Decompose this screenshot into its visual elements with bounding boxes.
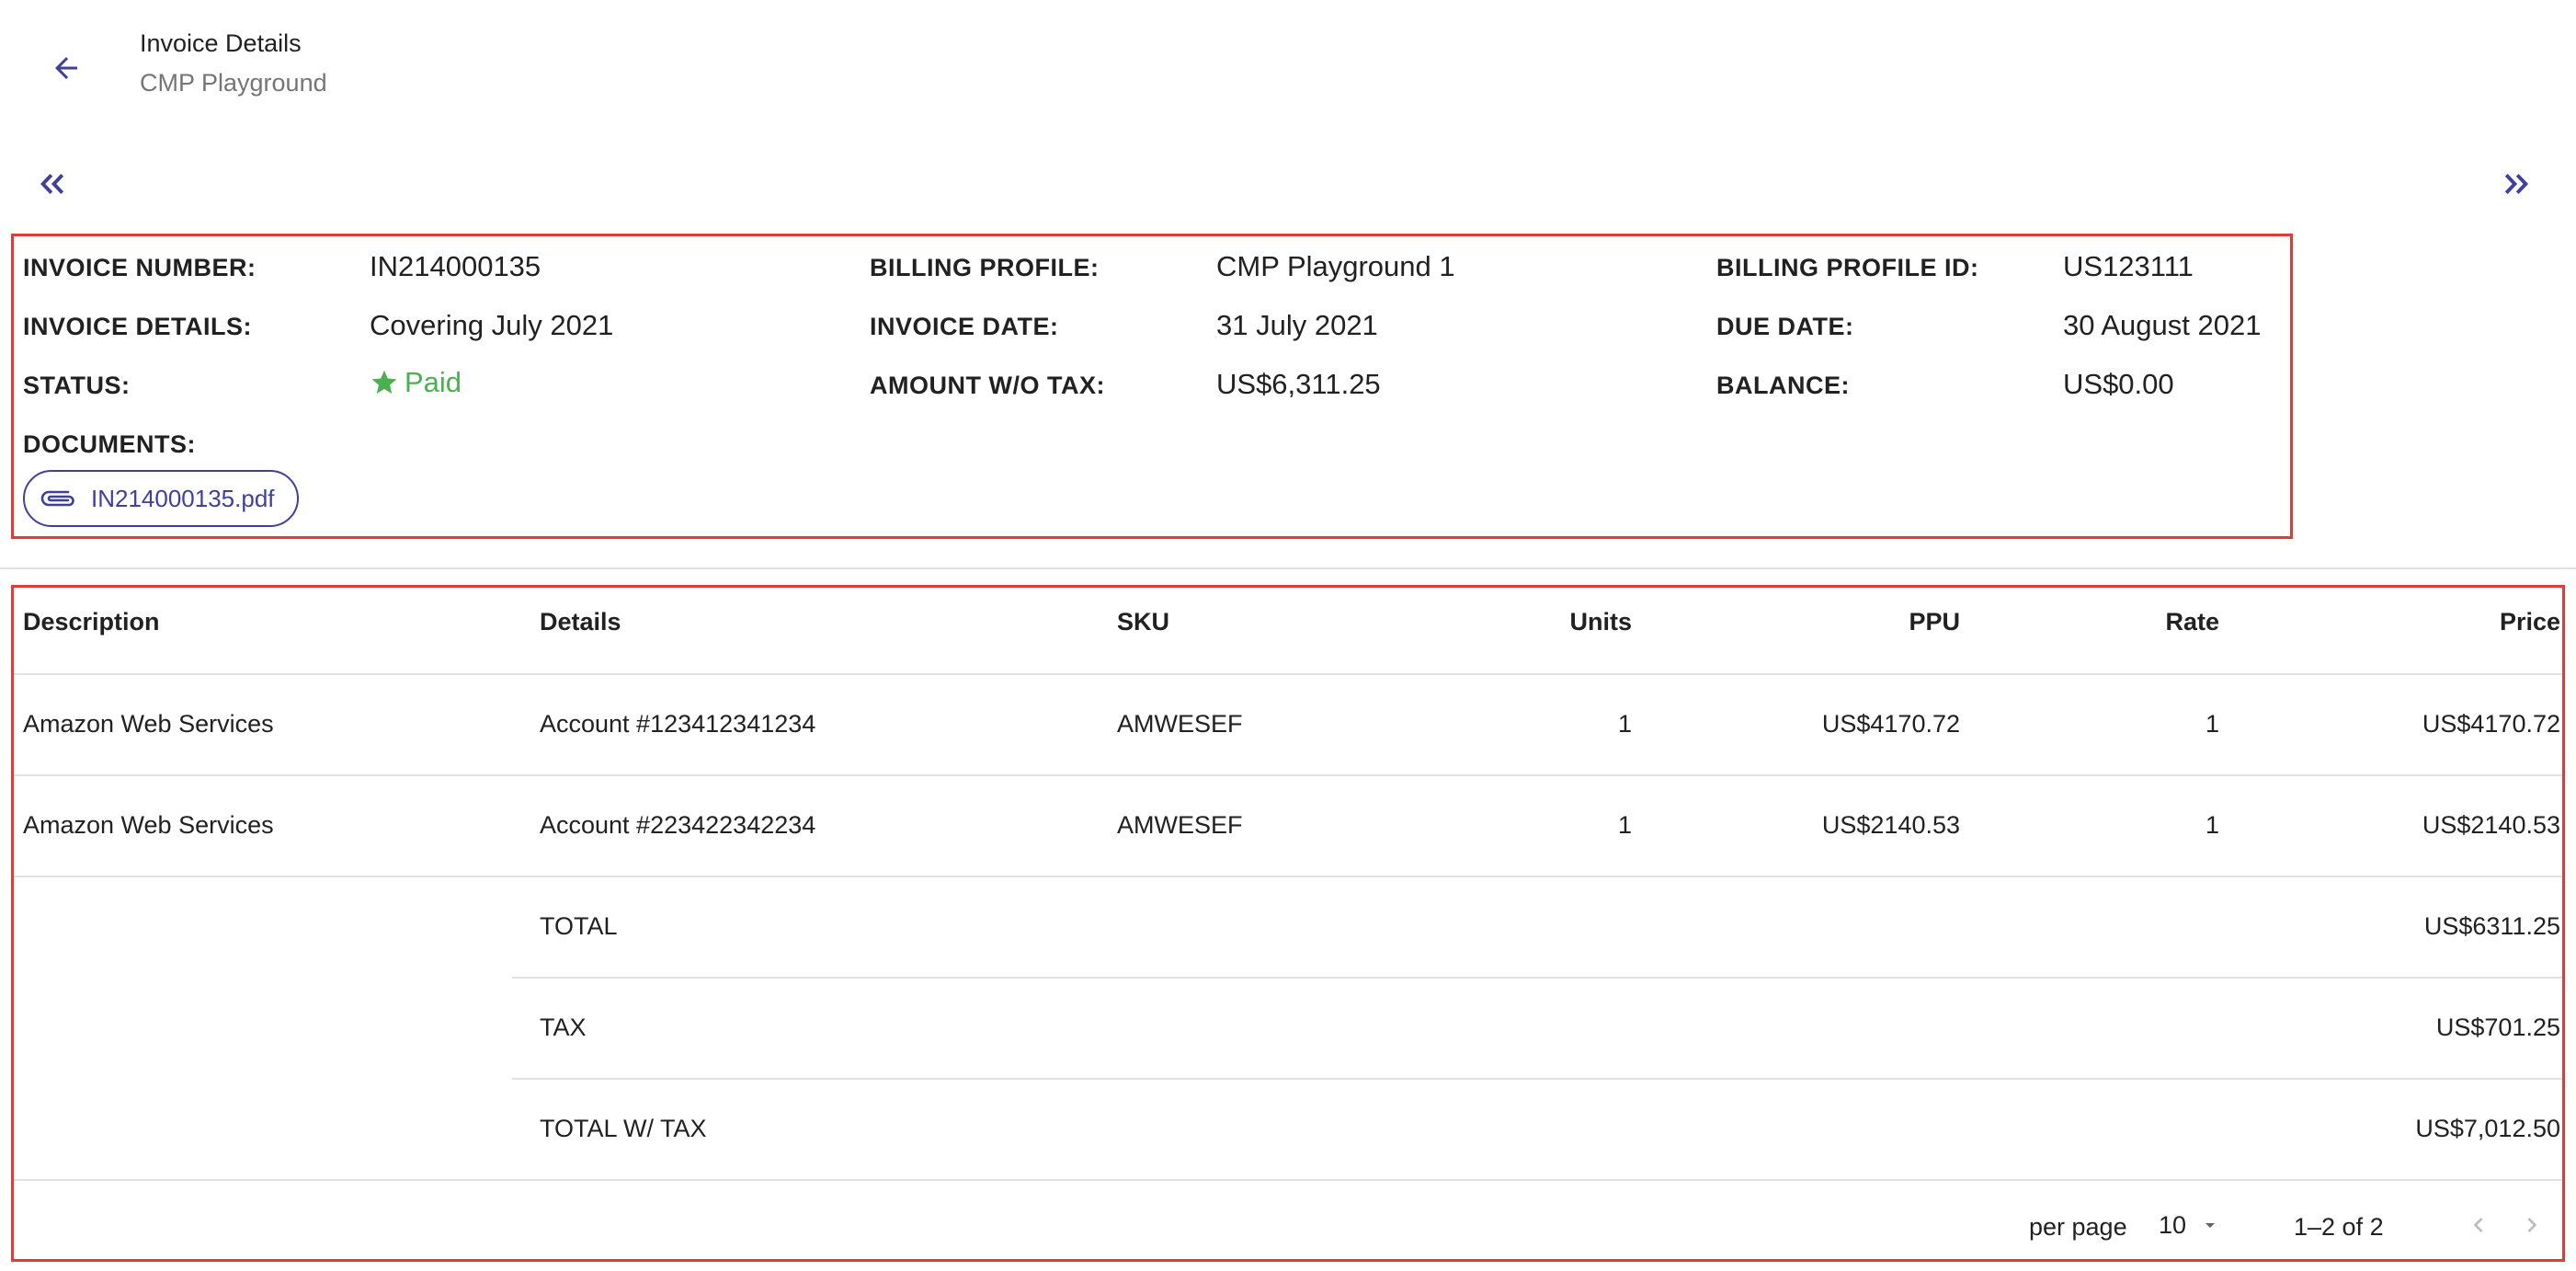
total-value: US$6311.25 xyxy=(2423,912,2560,940)
total-with-tax-label: TOTAL W/ TAX xyxy=(540,1115,707,1142)
row-2-ppu: US$2140.53 xyxy=(1821,811,1960,839)
invoice-info-panel: INVOICE NUMBER: IN214000135 BILLING PROF… xyxy=(11,234,2293,539)
column-header-price: Price xyxy=(2499,608,2560,636)
double-chevron-left-icon xyxy=(40,174,64,194)
row-2-description: Amazon Web Services xyxy=(23,811,274,839)
row-2-price: US$2140.53 xyxy=(2422,811,2560,839)
due-date-value: 30 August 2021 xyxy=(2063,309,2262,341)
header-divider xyxy=(14,673,2562,675)
row-divider xyxy=(14,774,2562,776)
totals-divider xyxy=(512,1078,2562,1080)
row-divider xyxy=(14,876,2562,877)
billing-profile-label: BILLING PROFILE: xyxy=(870,254,1100,281)
invoice-date-label: INVOICE DATE: xyxy=(870,313,1059,340)
invoice-details-value: Covering July 2021 xyxy=(370,309,614,341)
column-header-description: Description xyxy=(23,608,160,636)
invoice-number-value: IN214000135 xyxy=(370,250,541,282)
footer-divider xyxy=(14,1179,2562,1181)
next-invoice-button[interactable] xyxy=(2495,158,2541,210)
tax-label: TAX xyxy=(540,1013,587,1041)
invoice-date-value: 31 July 2021 xyxy=(1216,309,1378,341)
column-header-ppu: PPU xyxy=(1909,608,1960,636)
row-1-price: US$4170.72 xyxy=(2422,710,2560,738)
row-1-description: Amazon Web Services xyxy=(23,710,274,738)
billing-profile-value: CMP Playground 1 xyxy=(1216,250,1455,282)
paperclip-icon xyxy=(40,490,74,507)
documents-label: DOCUMENTS: xyxy=(23,430,196,458)
row-2-details: Account #223422342234 xyxy=(540,811,816,839)
invoice-details-label: INVOICE DETAILS: xyxy=(23,313,253,340)
caret-down-icon xyxy=(2206,1223,2216,1228)
column-header-rate: Rate xyxy=(2165,608,2219,636)
row-2-rate: 1 xyxy=(2205,811,2219,839)
document-chip[interactable]: IN214000135.pdf xyxy=(23,470,299,527)
amount-wo-tax-value: US$6,311.25 xyxy=(1216,368,1381,400)
row-1-ppu: US$4170.72 xyxy=(1821,710,1960,738)
status-badge: Paid xyxy=(370,366,462,399)
star-icon xyxy=(371,370,397,394)
totals-divider xyxy=(512,977,2562,979)
next-page-button[interactable] xyxy=(2509,1202,2555,1248)
section-divider xyxy=(0,567,2576,569)
due-date-label: DUE DATE: xyxy=(1716,313,1854,340)
per-page-value: 10 xyxy=(2159,1210,2187,1239)
document-filename: IN214000135.pdf xyxy=(91,484,275,512)
invoice-items-table: Description Details SKU Units PPU Rate P… xyxy=(11,585,2565,1262)
previous-invoice-button[interactable] xyxy=(28,158,74,210)
billing-profile-id-label: BILLING PROFILE ID: xyxy=(1716,254,1979,281)
per-page-label: per page xyxy=(2029,1213,2127,1241)
billing-profile-id-value: US123111 xyxy=(2063,250,2194,282)
pagination-range: 1–2 of 2 xyxy=(2294,1213,2384,1241)
total-with-tax-value: US$7,012.50 xyxy=(2415,1115,2560,1142)
page-title: Invoice Details xyxy=(140,29,302,57)
row-1-units: 1 xyxy=(1617,710,1632,738)
status-label: STATUS: xyxy=(23,372,131,399)
amount-wo-tax-label: AMOUNT W/O TAX: xyxy=(870,372,1105,399)
double-chevron-right-icon xyxy=(2504,174,2528,194)
page-subtitle: CMP Playground xyxy=(140,69,327,97)
row-1-rate: 1 xyxy=(2205,710,2219,738)
arrow-left-icon xyxy=(55,57,77,79)
row-2-sku: AMWESEF xyxy=(1117,811,1243,839)
row-1-sku: AMWESEF xyxy=(1117,710,1243,738)
balance-value: US$0.00 xyxy=(2063,368,2174,400)
chevron-right-icon xyxy=(2527,1218,2537,1232)
back-button[interactable] xyxy=(40,42,92,94)
page-header: Invoice Details CMP Playground xyxy=(0,0,2576,129)
tax-value: US$701.25 xyxy=(2435,1013,2560,1041)
balance-label: BALANCE: xyxy=(1716,372,1850,399)
column-header-details: Details xyxy=(540,608,621,636)
per-page-select[interactable]: 10 xyxy=(2159,1202,2221,1248)
chevron-left-icon xyxy=(2473,1218,2483,1232)
previous-page-button[interactable] xyxy=(2456,1202,2502,1248)
invoice-number-label: INVOICE NUMBER: xyxy=(23,254,256,281)
total-label: TOTAL xyxy=(540,912,618,940)
column-header-units: Units xyxy=(1569,608,1633,636)
row-2-units: 1 xyxy=(1617,811,1632,839)
column-header-sku: SKU xyxy=(1117,608,1170,636)
row-1-details: Account #123412341234 xyxy=(540,710,816,738)
status-text: Paid xyxy=(405,366,462,398)
